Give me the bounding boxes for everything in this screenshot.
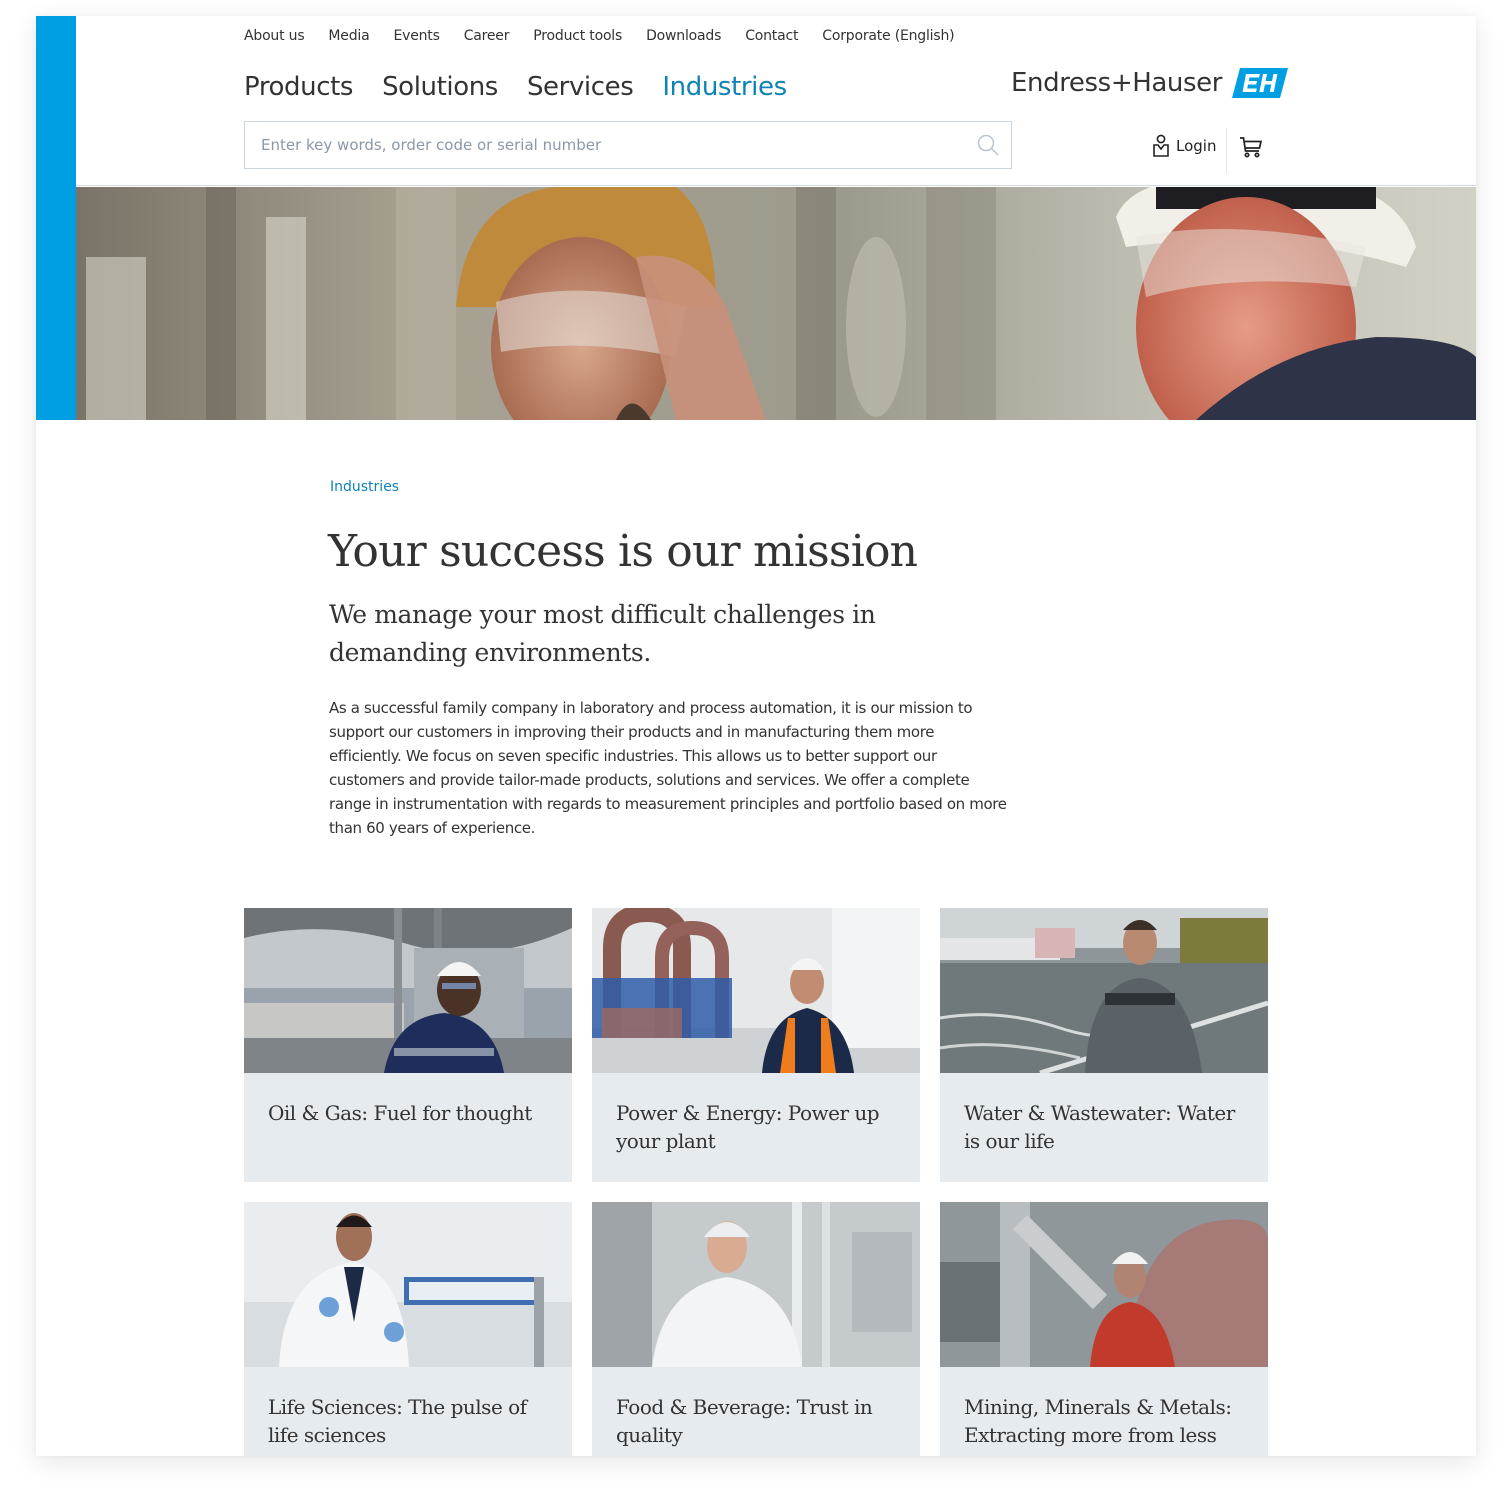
industry-image-food-beverage xyxy=(592,1202,920,1367)
search-button[interactable] xyxy=(965,122,1011,168)
meta-nav-product-tools[interactable]: Product tools xyxy=(533,28,622,44)
industry-card-oil-gas[interactable]: Oil & Gas: Fuel for thought xyxy=(244,908,572,1182)
industry-label: Oil & Gas: Fuel for thought xyxy=(268,1101,532,1125)
breadcrumb-industries[interactable]: Industries xyxy=(330,479,399,495)
industry-image-water-wastewater xyxy=(940,908,1268,1073)
industry-image-power-energy xyxy=(592,908,920,1073)
brand-logo[interactable]: Endress+Hauser xyxy=(1011,68,1288,98)
meta-nav-contact[interactable]: Contact xyxy=(745,28,798,44)
hero-image xyxy=(76,187,1476,420)
hero-photo xyxy=(76,187,1476,420)
page: About us Media Events Career Product too… xyxy=(36,16,1476,1456)
main-nav-services[interactable]: Services xyxy=(527,72,634,102)
search-bar xyxy=(244,121,1012,169)
industry-label: Power & Energy: Power up your plant xyxy=(616,1101,880,1153)
page-subtitle: We manage your most difficult challenges… xyxy=(329,600,876,667)
main-nav-products[interactable]: Products xyxy=(244,72,353,102)
meta-nav-events[interactable]: Events xyxy=(393,28,439,44)
user-icon xyxy=(1153,134,1169,157)
industry-image-oil-gas xyxy=(244,908,572,1073)
industry-image-life-sciences xyxy=(244,1202,572,1367)
search-input[interactable] xyxy=(245,122,965,168)
meta-nav-about-us[interactable]: About us xyxy=(244,28,305,44)
meta-nav-media[interactable]: Media xyxy=(328,28,369,44)
meta-nav-language[interactable]: Corporate (English) xyxy=(822,28,954,44)
main-nav-solutions[interactable]: Solutions xyxy=(382,72,498,102)
industry-image-mining-minerals-metals xyxy=(940,1202,1268,1367)
industry-card-power-energy[interactable]: Power & Energy: Power up your plant xyxy=(592,908,920,1182)
brand-name: Endress+Hauser xyxy=(1011,68,1222,98)
industries-grid: Oil & Gas: Fuel for thought Power & Ener… xyxy=(244,908,1268,1456)
search-icon xyxy=(977,134,999,156)
header-divider xyxy=(1226,128,1227,174)
industry-label: Life Sciences: The pulse of life science… xyxy=(268,1395,527,1447)
cart-icon xyxy=(1240,137,1263,158)
login-button[interactable]: Login xyxy=(1152,134,1216,158)
site-header: About us Media Events Career Product too… xyxy=(36,16,1476,186)
main-navigation: Products Solutions Services Industries xyxy=(244,72,816,102)
login-label: Login xyxy=(1176,137,1217,155)
industry-card-mining-minerals-metals[interactable]: Mining, Minerals & Metals: Extracting mo… xyxy=(940,1202,1268,1456)
main-nav-industries[interactable]: Industries xyxy=(662,72,787,102)
industry-label: Mining, Minerals & Metals: Extracting mo… xyxy=(964,1395,1232,1447)
page-title: Your success is our mission xyxy=(328,526,918,577)
industry-card-life-sciences[interactable]: Life Sciences: The pulse of life science… xyxy=(244,1202,572,1456)
meta-nav-career[interactable]: Career xyxy=(464,28,510,44)
meta-nav-downloads[interactable]: Downloads xyxy=(646,28,721,44)
cart-button[interactable] xyxy=(1239,136,1263,163)
industry-label: Food & Beverage: Trust in quality xyxy=(616,1395,873,1447)
industry-card-food-beverage[interactable]: Food & Beverage: Trust in quality xyxy=(592,1202,920,1456)
meta-navigation: About us Media Events Career Product too… xyxy=(244,28,978,44)
industry-card-water-wastewater[interactable]: Water & Wastewater: Water is our life xyxy=(940,908,1268,1182)
intro-paragraph: As a successful family company in labora… xyxy=(329,699,1007,837)
industry-label: Water & Wastewater: Water is our life xyxy=(964,1101,1235,1153)
eh-logo-icon xyxy=(1232,68,1288,98)
brand-accent-bar xyxy=(36,16,76,420)
